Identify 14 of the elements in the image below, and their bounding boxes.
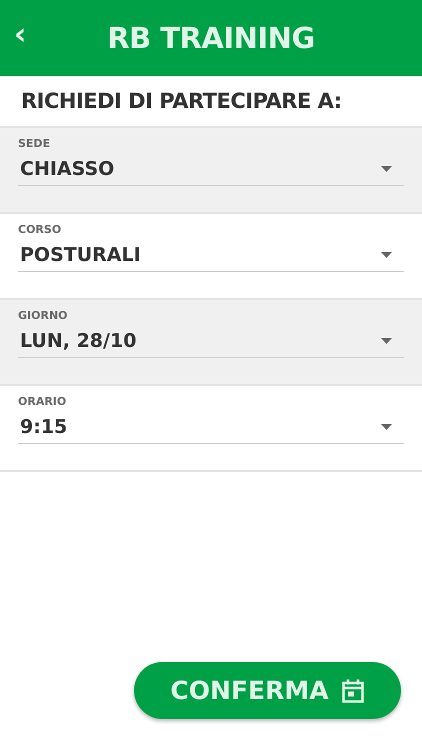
field-label: CORSO xyxy=(18,223,62,236)
app-title: RB TRAINING xyxy=(107,21,315,55)
dropdown-field[interactable]: LUN, 28/10 xyxy=(18,330,404,358)
caret-icon xyxy=(381,252,392,258)
field-label: ORARIO xyxy=(18,395,68,408)
field-label: SEDE xyxy=(18,137,52,150)
field-label: GIORNO xyxy=(18,309,68,322)
dropdown-field[interactable]: CHIASSO xyxy=(18,158,404,186)
caret-icon xyxy=(381,166,392,172)
dropdown-field[interactable]: 9:15 xyxy=(18,416,404,444)
dropdown-field[interactable]: POSTURALI xyxy=(18,244,404,272)
calendar-icon xyxy=(340,678,365,704)
caret-icon xyxy=(381,338,392,344)
caret-icon xyxy=(381,424,392,430)
